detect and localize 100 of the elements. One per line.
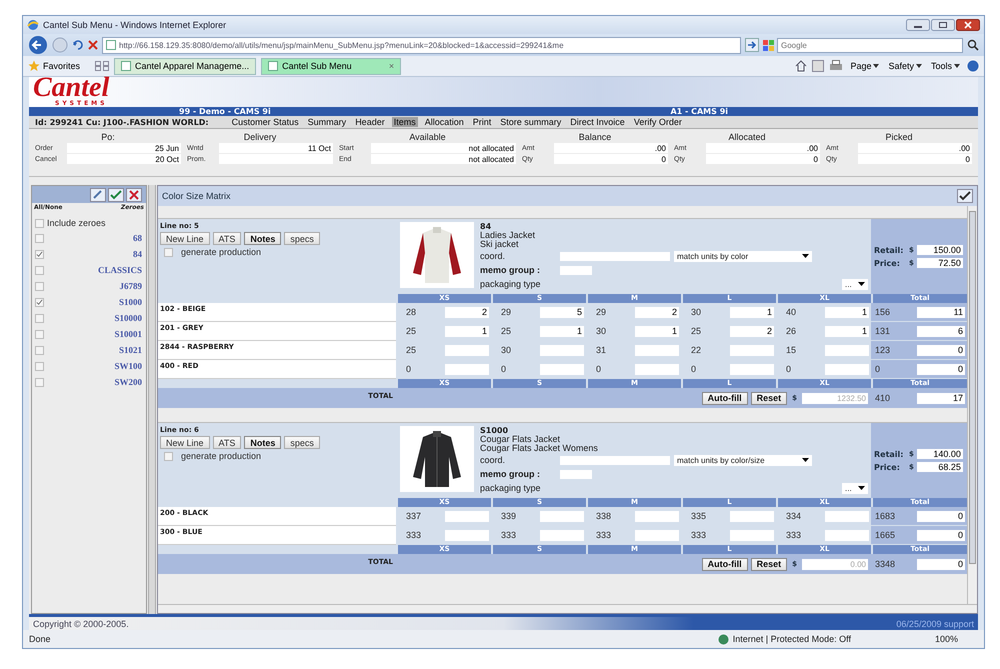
qty-field[interactable]: 1 — [730, 306, 774, 318]
customer-label: Id: 299241 Cu: J100-.FASHION WORLD: — [35, 118, 209, 126]
retail-field[interactable]: 140.00 — [916, 449, 963, 459]
available-qty: 29 — [501, 307, 512, 317]
qty-field[interactable]: 2 — [635, 306, 679, 318]
favorites-button[interactable]: Favorites — [28, 60, 90, 72]
summary-field[interactable]: 20 Oct — [67, 154, 181, 164]
qty-field[interactable]: 1 — [825, 306, 869, 318]
reset-button[interactable]: Reset — [750, 392, 788, 404]
line-button[interactable]: New Line — [160, 232, 210, 245]
qty-total-field[interactable]: 0 — [917, 530, 965, 540]
line-button[interactable]: Notes — [244, 436, 282, 449]
summary-field[interactable]: not allocated — [371, 154, 516, 164]
available-qty: 338 — [596, 511, 612, 521]
nav-link[interactable]: Header — [353, 117, 387, 127]
available-qty: 333 — [691, 530, 706, 540]
style-link[interactable]: S1000 — [118, 297, 142, 307]
style-link[interactable]: 84 — [133, 249, 142, 259]
search-field[interactable]: Google — [777, 38, 963, 52]
line-button[interactable]: specs — [284, 436, 320, 449]
qty-field[interactable]: 2 — [730, 326, 774, 336]
available-qty: 25 — [406, 345, 416, 355]
style-link[interactable]: SW100 — [114, 361, 142, 371]
qty-total-field[interactable]: 0 — [917, 344, 965, 356]
field-label: memo group : — [480, 470, 541, 478]
style-code: 84 — [480, 222, 492, 231]
summary-field[interactable]: 11 Oct — [219, 143, 333, 153]
style-link[interactable]: J6789 — [120, 281, 142, 291]
qty-total-field[interactable]: 0 — [917, 510, 965, 522]
field-label: packaging type — [480, 280, 542, 288]
match-dropdown[interactable]: match units by color/size — [674, 454, 812, 466]
qty-total-field[interactable]: 11 — [917, 306, 965, 318]
match-dropdown[interactable]: match units by color — [674, 250, 812, 262]
browser-tab[interactable]: Cantel Apparel Manageme... — [114, 58, 256, 74]
auto-fill-button[interactable]: Auto-fill — [702, 558, 748, 570]
summary-field[interactable]: 0 — [554, 154, 668, 164]
available-qty: 0 — [501, 364, 506, 374]
qty-field[interactable]: 1 — [825, 326, 869, 336]
line-button[interactable]: Notes — [244, 232, 282, 245]
toolbar-menu[interactable]: Page — [848, 61, 882, 71]
summary-field[interactable]: .00 — [554, 143, 668, 153]
nav-link[interactable]: Customer Status — [230, 117, 301, 127]
packaging-dropdown[interactable]: ... — [842, 482, 868, 494]
group-title: Delivery — [242, 132, 278, 142]
summary-field[interactable]: 0 — [858, 154, 972, 164]
reset-button[interactable]: Reset — [750, 558, 788, 570]
summary-field[interactable]: .00 — [858, 143, 972, 153]
line-button[interactable]: ATS — [212, 232, 242, 245]
style-link[interactable]: SW200 — [114, 377, 142, 387]
summary-field[interactable]: 25 Jun — [67, 143, 181, 153]
summary-field[interactable]: .00 — [706, 143, 820, 153]
line-button[interactable]: ATS — [212, 436, 242, 449]
style-link[interactable]: CLASSICS — [98, 265, 142, 275]
group-title: Allocated — [727, 132, 767, 142]
qty-total-field[interactable]: 6 — [917, 326, 965, 336]
zone-text: Internet | Protected Mode: Off — [732, 634, 851, 644]
style-link[interactable]: S1021 — [118, 345, 142, 355]
toolbar-menu[interactable]: Safety — [886, 61, 924, 71]
browser-tab[interactable]: Cantel Sub Menu × — [261, 58, 402, 74]
nav-link[interactable]: Summary — [306, 117, 348, 127]
nav-link[interactable]: Items — [392, 117, 418, 127]
nav-link[interactable]: Store summary — [498, 117, 564, 127]
available-qty: 25 — [501, 326, 512, 336]
qty-field[interactable]: 2 — [445, 306, 489, 318]
nav-link[interactable]: Direct Invoice — [568, 117, 627, 127]
qty-field[interactable]: 1 — [445, 326, 489, 336]
price-field[interactable]: 72.50 — [916, 258, 963, 268]
zoom-level[interactable]: 100% — [934, 634, 958, 644]
available-total: 131 — [875, 326, 890, 336]
group-title: Balance — [578, 132, 612, 142]
style-link[interactable]: S10000 — [114, 313, 142, 323]
field-label: Price: — [874, 258, 901, 268]
available-qty: 0 — [786, 364, 792, 374]
toolbar-menu[interactable]: Tools — [928, 61, 962, 71]
qty-field[interactable]: 1 — [540, 326, 584, 336]
qty-total-field[interactable]: 0 — [917, 364, 965, 374]
available-qty: 335 — [691, 511, 706, 521]
copyright: Copyright © 2000-2005. — [33, 618, 129, 628]
nav-link[interactable]: Allocation — [422, 117, 466, 127]
style-description: Cougar Flats Jacket Womens — [480, 444, 599, 453]
style-link[interactable]: S10001 — [114, 329, 142, 339]
footer-date: 06/25/2009 support — [896, 618, 974, 628]
summary-field[interactable]: not allocated — [371, 143, 516, 153]
qty-field[interactable]: 5 — [540, 306, 584, 318]
retail-field[interactable]: 150.00 — [916, 245, 963, 255]
available-total: 123 — [875, 345, 890, 355]
auto-fill-button[interactable]: Auto-fill — [702, 392, 748, 404]
address-field[interactable]: http://66.158.129.35:8080/demo/all/utils/menu/jsp/mainMenu_SubMenu.jsp?menuLink=20&blocked=1&accessid=299241&me — [102, 36, 741, 54]
line-button[interactable]: specs — [284, 232, 320, 245]
packaging-dropdown[interactable]: ... — [842, 278, 868, 290]
nav-link[interactable]: Verify Order — [632, 117, 684, 127]
summary-field[interactable]: 0 — [706, 154, 820, 164]
style-link[interactable]: 68 — [133, 233, 142, 243]
field-label: coord. — [480, 456, 506, 464]
qty-field[interactable]: 1 — [635, 326, 679, 336]
nav-link[interactable]: Print — [470, 117, 494, 127]
price-field[interactable]: 68.25 — [916, 462, 963, 472]
line-button[interactable]: New Line — [160, 436, 210, 449]
qty-total-field[interactable]: 0 — [917, 558, 965, 570]
qty-total-field[interactable]: 17 — [917, 392, 965, 404]
